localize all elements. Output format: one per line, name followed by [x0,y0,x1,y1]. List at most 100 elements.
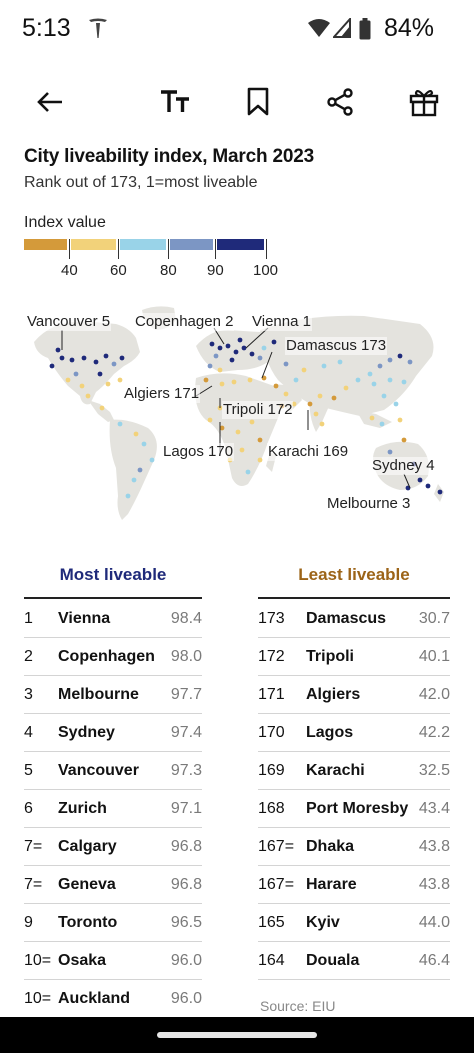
bookmark-button[interactable] [236,80,280,124]
rank-cell: 172 [258,648,285,665]
rank-cell: 5 [24,762,33,779]
city-cell: Toronto [58,914,118,931]
text-size-button[interactable] [153,80,197,124]
city-cell: Geneva [58,876,116,893]
legend-tick [215,239,216,259]
table-row: 7= Geneva 96.8 [24,866,202,904]
table-row: 3 Melbourne 97.7 [24,676,202,714]
source-note: Source: EIU [260,998,336,1014]
city-dot [397,417,403,423]
table-row: 165 Kyiv 44.0 [258,904,450,942]
city-dot [301,367,307,373]
legend-swatch-4 [170,239,213,250]
city-cell: Dhaka [306,838,355,855]
map-label-melbourne: Melbourne 3 [326,495,412,513]
city-dot [111,361,117,367]
index-value-cell: 97.1 [170,800,202,817]
index-value-cell: 44.0 [418,914,450,931]
city-dot [273,383,279,389]
city-dot [65,377,71,383]
rank-cell: 167= [258,838,295,855]
rank-cell: 167= [258,876,295,893]
gift-icon [409,89,439,117]
city-dot [233,349,239,355]
city-dot [437,489,443,495]
city-dot [319,421,325,427]
rank-cell: 3 [24,686,33,703]
india [309,396,330,432]
city-dot [103,353,109,359]
legend-tick-label: 80 [160,262,177,279]
city-dot [125,493,131,499]
home-gesture-handle[interactable] [157,1032,317,1038]
legend-tick [266,239,267,259]
map-label-vancouver: Vancouver 5 [26,313,112,331]
city-dot [131,477,137,483]
city-cell: Copenhagen [58,648,155,665]
index-value-cell: 98.4 [170,610,202,627]
legend-tick [118,239,119,259]
rank-cell: 2 [24,648,33,665]
rank-cell: 164 [258,952,285,969]
city-dot [207,363,213,369]
table-row: 171 Algiers 42.0 [258,676,450,714]
table-row: 164 Douala 46.4 [258,942,450,980]
table-row: 10= Osaka 96.0 [24,942,202,980]
index-value-cell: 97.3 [170,762,202,779]
table-row: 7= Calgary 96.8 [24,828,202,866]
city-dot [99,405,105,411]
city-cell: Douala [306,952,360,969]
table-row: 168 Port Moresby 43.4 [258,790,450,828]
rank-cell: 10= [24,990,52,1007]
city-dot [401,379,407,385]
legend-tick-label: 40 [61,262,78,279]
rank-cell: 173 [258,610,285,627]
legend-tick-label: 60 [110,262,127,279]
table-row: 6 Zurich 97.1 [24,790,202,828]
share-button[interactable] [318,80,362,124]
table-row: 172 Tripoli 40.1 [258,638,450,676]
city-dot [257,437,263,443]
city-dot [387,377,393,383]
rank-cell: 6 [24,800,33,817]
back-button[interactable] [28,80,72,124]
battery-icon [359,18,371,45]
tesla-logo-icon [88,18,108,45]
city-cell: Karachi [306,762,365,779]
rank-cell: 9 [24,914,33,931]
city-dot [203,377,209,383]
table-row: 9 Toronto 96.5 [24,904,202,942]
city-cell: Algiers [306,686,361,703]
index-value-cell: 32.5 [418,762,450,779]
rank-cell: 169 [258,762,285,779]
legend-swatch-5 [217,239,264,250]
index-value-cell: 98.0 [170,648,202,665]
central-america [88,400,114,422]
city-dot [377,363,383,369]
city-dot [381,393,387,399]
city-cell: Calgary [58,838,117,855]
least-liveable-heading: Least liveable [298,565,410,584]
index-value-cell: 42.2 [418,724,450,741]
city-cell: Damascus [306,610,387,627]
table-row: 10= Auckland 96.0 [24,980,202,1018]
city-dot [55,347,61,353]
legend-swatch-2 [71,239,116,250]
index-value-cell: 43.8 [418,838,450,855]
share-icon [327,88,353,116]
map-label-sydney: Sydney 4 [371,457,436,475]
rank-cell: 168 [258,800,285,817]
map-label-lagos: Lagos 170 [162,443,235,461]
city-dot [213,353,219,359]
chart-subtitle: Rank out of 173, 1=most liveable [24,174,258,191]
city-cell: Vienna [58,610,111,627]
city-dot [249,419,255,425]
back-arrow-icon [37,92,62,112]
city-cell: Lagos [306,724,354,741]
gift-article-button[interactable] [402,80,446,124]
rank-cell: 7= [24,876,43,893]
city-dot [137,467,143,473]
index-value-cell: 43.8 [418,876,450,893]
city-dot [141,441,147,447]
city-dot [217,345,223,351]
